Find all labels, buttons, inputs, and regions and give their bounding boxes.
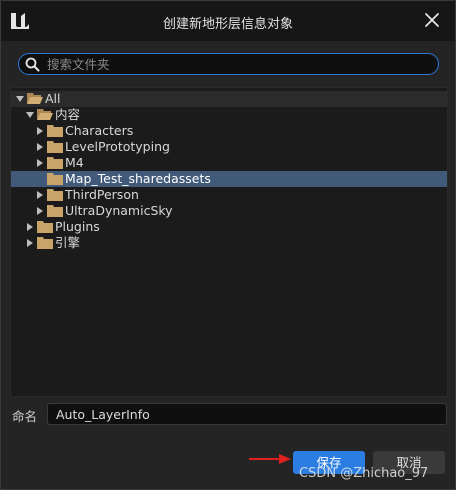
chevron-right-icon[interactable] xyxy=(36,191,44,199)
search-icon xyxy=(25,57,40,72)
tree-item-content[interactable]: 内容 xyxy=(11,107,447,123)
folder-icon xyxy=(47,125,63,137)
search-input[interactable] xyxy=(47,55,432,73)
tree-item-map-test-sharedassets[interactable]: Map_Test_sharedassets xyxy=(11,171,447,187)
tree-item-label: 内容 xyxy=(55,107,81,122)
tree-item-label: Map_Test_sharedassets xyxy=(65,171,211,186)
folder-open-icon xyxy=(37,109,53,120)
tree-item-label: LevelPrototyping xyxy=(65,139,170,154)
chevron-down-icon[interactable] xyxy=(26,111,34,119)
watermark-text: CSDN @Zhichao_97 xyxy=(299,466,429,481)
close-icon[interactable] xyxy=(423,11,441,29)
create-layer-info-dialog: 创建新地形层信息对象 All 内容 Characters xyxy=(0,0,456,490)
tree-item-label: ThirdPerson xyxy=(65,187,139,202)
folder-icon xyxy=(47,173,63,185)
tree-item-label: All xyxy=(45,91,61,106)
tree-item-characters[interactable]: Characters xyxy=(11,123,447,139)
chevron-right-icon[interactable] xyxy=(36,127,44,135)
folder-icon xyxy=(37,237,53,249)
folder-icon xyxy=(47,157,63,169)
tree-item-m4[interactable]: M4 xyxy=(11,155,447,171)
folder-open-icon xyxy=(27,93,43,104)
chevron-right-icon[interactable] xyxy=(36,159,44,167)
search-box[interactable] xyxy=(18,53,439,75)
tree-item-levelprototyping[interactable]: LevelPrototyping xyxy=(11,139,447,155)
chevron-right-icon[interactable] xyxy=(26,239,34,247)
chevron-right-icon[interactable] xyxy=(26,223,34,231)
tree-item-plugins[interactable]: Plugins xyxy=(11,219,447,235)
name-field-label: 命名 xyxy=(12,409,38,424)
title-bar: 创建新地形层信息对象 xyxy=(1,1,455,41)
folder-icon xyxy=(37,221,53,233)
chevron-right-icon[interactable] xyxy=(36,143,44,151)
tree-item-label: UltraDynamicSky xyxy=(65,203,173,218)
tree-item-label: M4 xyxy=(65,155,84,170)
tree-item-all[interactable]: All xyxy=(11,91,447,107)
folder-icon xyxy=(47,189,63,201)
layer-name-input[interactable] xyxy=(47,403,447,425)
tree-item-thirdperson[interactable]: ThirdPerson xyxy=(11,187,447,203)
tree-item-ultradynamicsky[interactable]: UltraDynamicSky xyxy=(11,203,447,219)
tree-item-label: Plugins xyxy=(55,219,100,234)
dialog-title: 创建新地形层信息对象 xyxy=(162,17,293,32)
folder-tree[interactable]: All 内容 Characters LevelPrototyping M4 Ma… xyxy=(10,87,448,397)
chevron-down-icon[interactable] xyxy=(16,95,24,103)
tree-item-label: 引擎 xyxy=(55,235,81,250)
tree-item-engine[interactable]: 引擎 xyxy=(11,235,447,251)
red-arrow-annotation-icon xyxy=(249,454,291,464)
folder-icon xyxy=(47,141,63,153)
tree-item-label: Characters xyxy=(65,123,134,138)
folder-icon xyxy=(47,205,63,217)
chevron-right-icon[interactable] xyxy=(36,207,44,215)
